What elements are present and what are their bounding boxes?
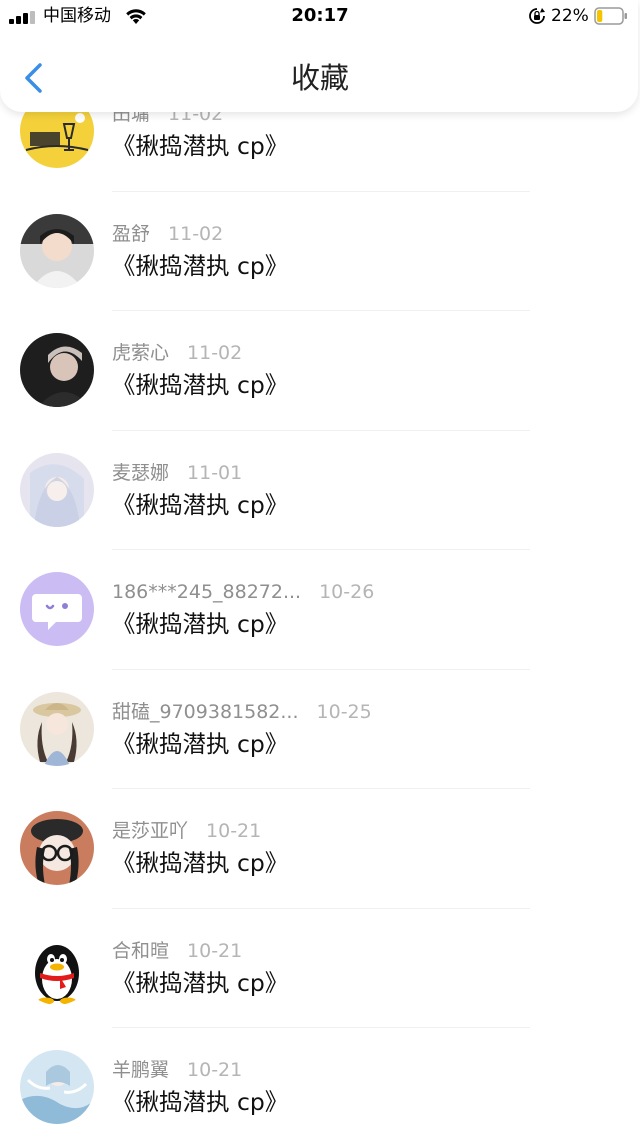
- favorite-item[interactable]: 羊鹏翼 10-21 《揪捣潜执 cp》: [0, 1028, 640, 1138]
- post-date: 11-02: [168, 222, 224, 245]
- post-title[interactable]: 《揪捣潜执 cp》: [112, 608, 288, 640]
- favorite-item[interactable]: 盈舒 11-02 《揪捣潜执 cp》: [0, 192, 640, 312]
- post-date: 10-21: [187, 1059, 243, 1081]
- post-title[interactable]: 《揪捣潜执 cp》: [112, 728, 288, 760]
- author-name: 虎萦心: [112, 342, 170, 364]
- post-title[interactable]: 《揪捣潜执 cp》: [112, 967, 288, 999]
- favorite-item[interactable]: 是莎亚吖 10-21 《揪捣潜执 cp》: [0, 789, 640, 909]
- author-name: 是莎亚吖: [112, 820, 189, 842]
- favorite-item[interactable]: 甜磕_9709381582... 10-25 《揪捣潜执 cp》: [0, 670, 640, 790]
- favorites-list[interactable]: 田墉 11-02 《揪捣潜执 cp》 盈舒 11-02 《揪捣潜执 cp》 虎萦…: [0, 72, 640, 1138]
- favorites-screen: 田墉 11-02 《揪捣潜执 cp》 盈舒 11-02 《揪捣潜执 cp》 虎萦…: [0, 0, 640, 1138]
- post-title[interactable]: 《揪捣潜执 cp》: [112, 847, 288, 879]
- battery-percent: 22%: [551, 6, 589, 26]
- status-bar: 中国移动 20:17 22%: [0, 0, 640, 34]
- avatar-photo-person[interactable]: [20, 333, 94, 407]
- favorite-item[interactable]: 麦瑟娜 11-01 《揪捣潜执 cp》: [0, 431, 640, 551]
- post-date: 10-26: [319, 581, 375, 603]
- post-date: 11-01: [187, 461, 243, 484]
- favorite-item[interactable]: 186***245_88272... 10-26 《揪捣潜执 cp》: [0, 550, 640, 670]
- post-title[interactable]: 《揪捣潜执 cp》: [112, 250, 288, 282]
- battery-icon: [594, 7, 628, 25]
- avatar-default-purple-chat[interactable]: [20, 572, 94, 646]
- author-name: 盈舒: [112, 222, 151, 245]
- back-button[interactable]: [18, 60, 50, 96]
- author-name: 羊鹏翼: [112, 1059, 170, 1081]
- rotation-lock-icon: [528, 7, 546, 25]
- author-name: 合和暄: [112, 939, 170, 962]
- post-date: 11-02: [187, 342, 243, 364]
- post-date: 10-21: [206, 820, 262, 842]
- avatar-anime-blue[interactable]: [20, 1050, 94, 1124]
- post-title[interactable]: 《揪捣潜执 cp》: [112, 489, 288, 521]
- author-name: 甜磕_9709381582...: [112, 700, 299, 723]
- author-name: 186***245_88272...: [112, 581, 302, 603]
- post-title[interactable]: 《揪捣潜执 cp》: [112, 369, 288, 401]
- avatar-penguin[interactable]: [20, 930, 94, 1005]
- post-date: 10-21: [187, 939, 243, 962]
- avatar-anime-pastel[interactable]: [20, 452, 94, 527]
- avatar-photo-child[interactable]: [20, 213, 94, 288]
- favorite-item[interactable]: 虎萦心 11-02 《揪捣潜执 cp》: [0, 311, 640, 431]
- chevron-left-icon: [25, 63, 42, 93]
- post-title[interactable]: 《揪捣潜执 cp》: [112, 1086, 288, 1118]
- header-card: 中国移动 20:17 22% 收藏: [0, 0, 638, 112]
- author-name: 麦瑟娜: [112, 461, 170, 484]
- favorite-item[interactable]: 合和暄 10-21 《揪捣潜执 cp》: [0, 909, 640, 1029]
- avatar-anime-girl-hat[interactable]: [20, 691, 94, 766]
- avatar-cartoon-beret-glasses[interactable]: [20, 811, 94, 885]
- post-date: 10-25: [316, 700, 372, 723]
- post-title[interactable]: 《揪捣潜执 cp》: [112, 130, 288, 162]
- page-title: 收藏: [290, 61, 349, 95]
